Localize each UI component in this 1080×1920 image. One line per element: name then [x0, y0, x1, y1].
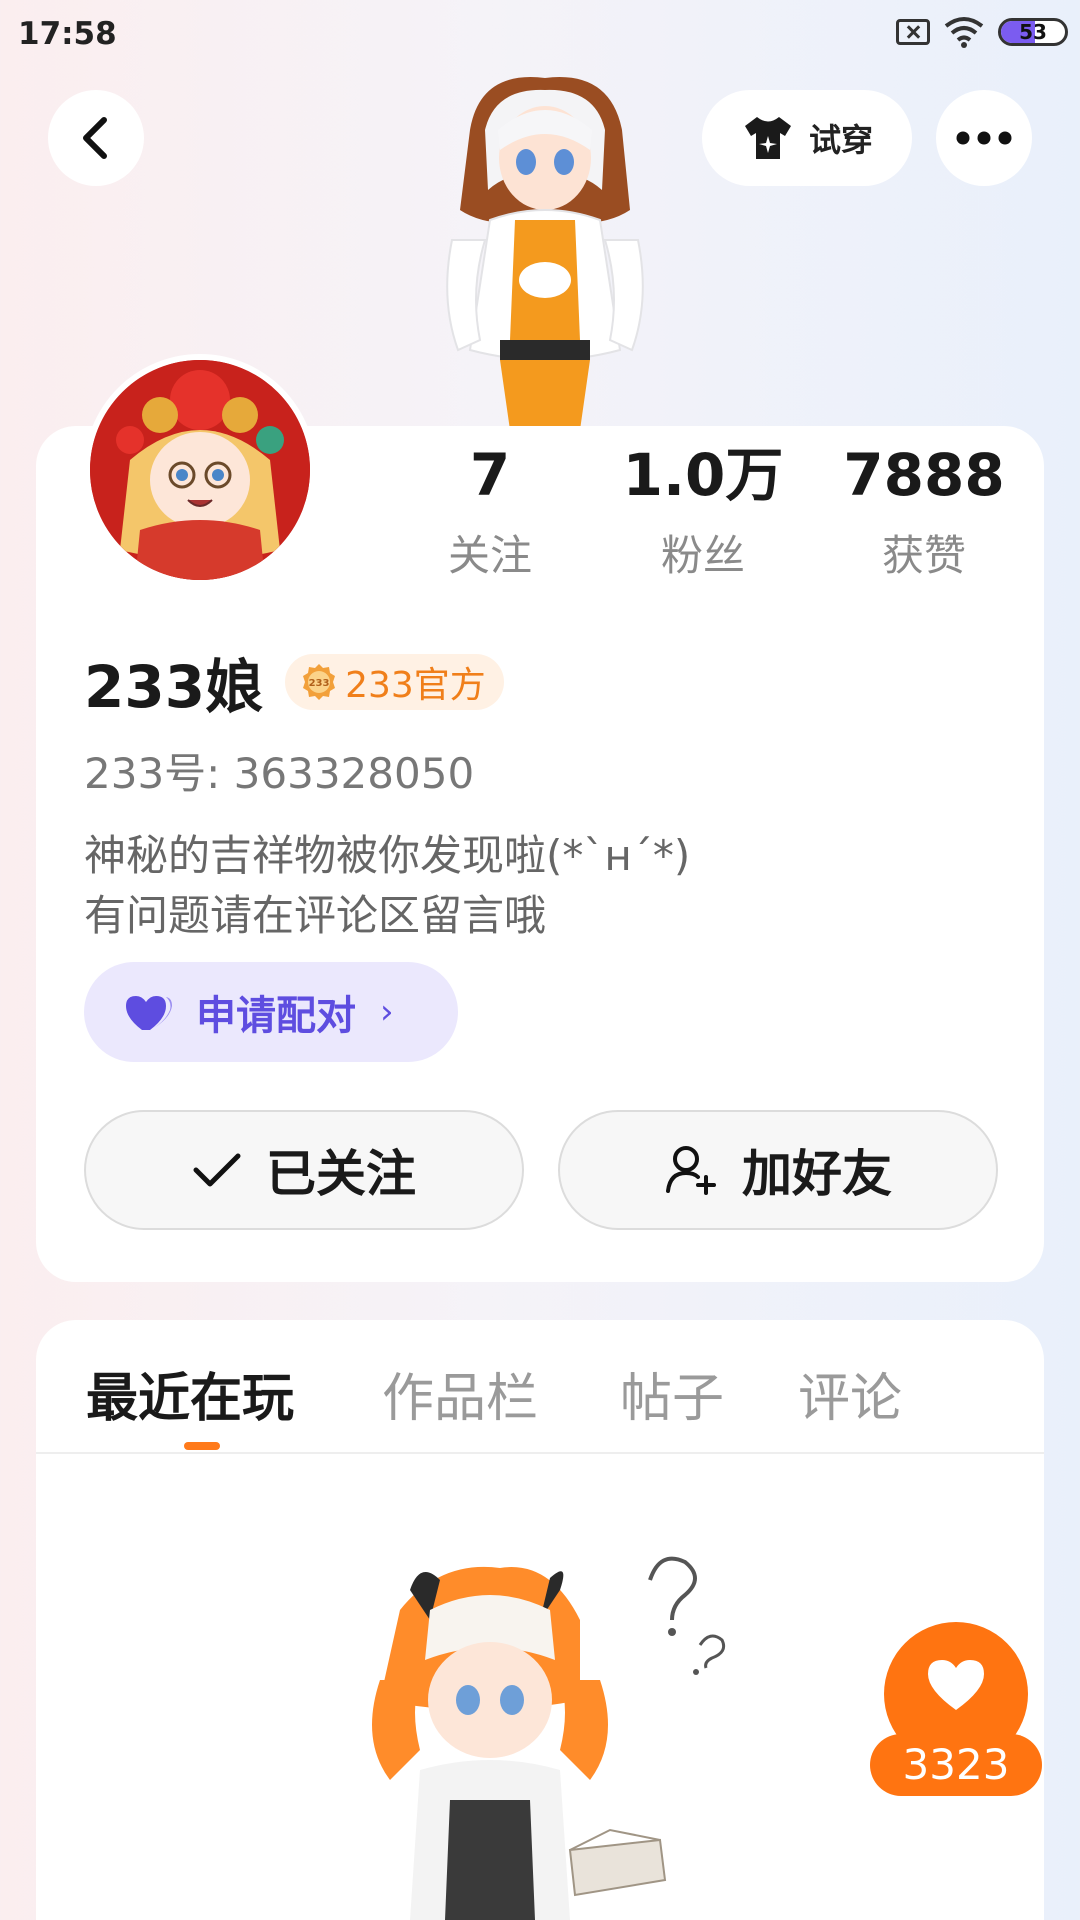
tab-posts[interactable]: 帖子	[620, 1356, 724, 1431]
following-button[interactable]: 已关注	[84, 1110, 524, 1230]
chevron-right-icon: ›	[380, 992, 394, 1032]
official-badge-label: 233官方	[345, 665, 486, 706]
user-avatar[interactable]	[84, 354, 316, 586]
status-bar: 17:58 53	[0, 0, 1080, 72]
tab-works[interactable]: 作品栏	[382, 1356, 538, 1431]
heart-icon	[928, 1660, 984, 1710]
battery-indicator: 53	[998, 18, 1068, 46]
heart-pair-icon	[126, 996, 172, 1030]
tab-comments[interactable]: 评论	[798, 1356, 902, 1431]
followers-stat[interactable]: 1.0万 粉丝	[603, 440, 803, 583]
official-medal-icon: 233	[303, 664, 336, 700]
apply-pair-button[interactable]: 申请配对 ›	[84, 962, 458, 1062]
following-stat[interactable]: 7 关注	[390, 440, 590, 583]
likes-received-label: 获赞	[881, 531, 966, 580]
more-icon	[956, 131, 1012, 145]
username: 233娘	[84, 653, 264, 721]
wifi-icon	[944, 17, 984, 48]
name-row: 233娘 233 233官方	[84, 640, 504, 724]
active-tab-indicator	[184, 1442, 220, 1450]
avatar-3d-character	[446, 77, 644, 430]
official-badge[interactable]: 233 233官方	[285, 654, 504, 710]
user-id: 233号: 363328050	[84, 749, 475, 798]
try-on-button[interactable]: 试穿	[702, 90, 912, 186]
following-label: 关注	[447, 531, 532, 580]
following-button-label: 已关注	[266, 1145, 416, 1203]
status-time: 17:58	[18, 16, 117, 52]
followers-count: 1.0万	[622, 441, 784, 509]
back-button[interactable]	[48, 90, 144, 186]
status-icons: 53	[896, 16, 1068, 48]
likes-stat[interactable]: 7888 获赞	[824, 440, 1024, 583]
more-options-button[interactable]	[936, 90, 1032, 186]
apply-pair-label: 申请配对	[196, 993, 356, 1039]
try-on-label: 试穿	[808, 121, 873, 159]
bio-line-1: 神秘的吉祥物被你发现啦(*`н´*)	[84, 831, 691, 880]
back-icon	[83, 117, 107, 159]
following-count: 7	[469, 441, 511, 509]
add-friend-button[interactable]: 加好友	[558, 1110, 998, 1230]
shirt-icon	[744, 117, 791, 159]
likes-received-count: 7888	[843, 441, 1005, 509]
empty-state-illustration	[372, 1556, 726, 1920]
followers-label: 粉丝	[660, 531, 745, 580]
like-count: 3323	[870, 1734, 1042, 1796]
sim-icon	[896, 19, 930, 45]
bio-line-2: 有问题请在评论区留言哦	[84, 891, 547, 940]
battery-text: 53	[1019, 20, 1047, 44]
avatar-image	[90, 360, 310, 580]
tab-recently-played[interactable]: 最近在玩	[86, 1356, 294, 1431]
add-user-icon	[666, 1146, 716, 1195]
check-icon	[193, 1153, 241, 1187]
tab-bar: 最近在玩 作品栏 帖子 评论	[36, 1320, 1044, 1454]
add-friend-label: 加好友	[742, 1145, 892, 1203]
medal-text: 233	[309, 678, 330, 689]
